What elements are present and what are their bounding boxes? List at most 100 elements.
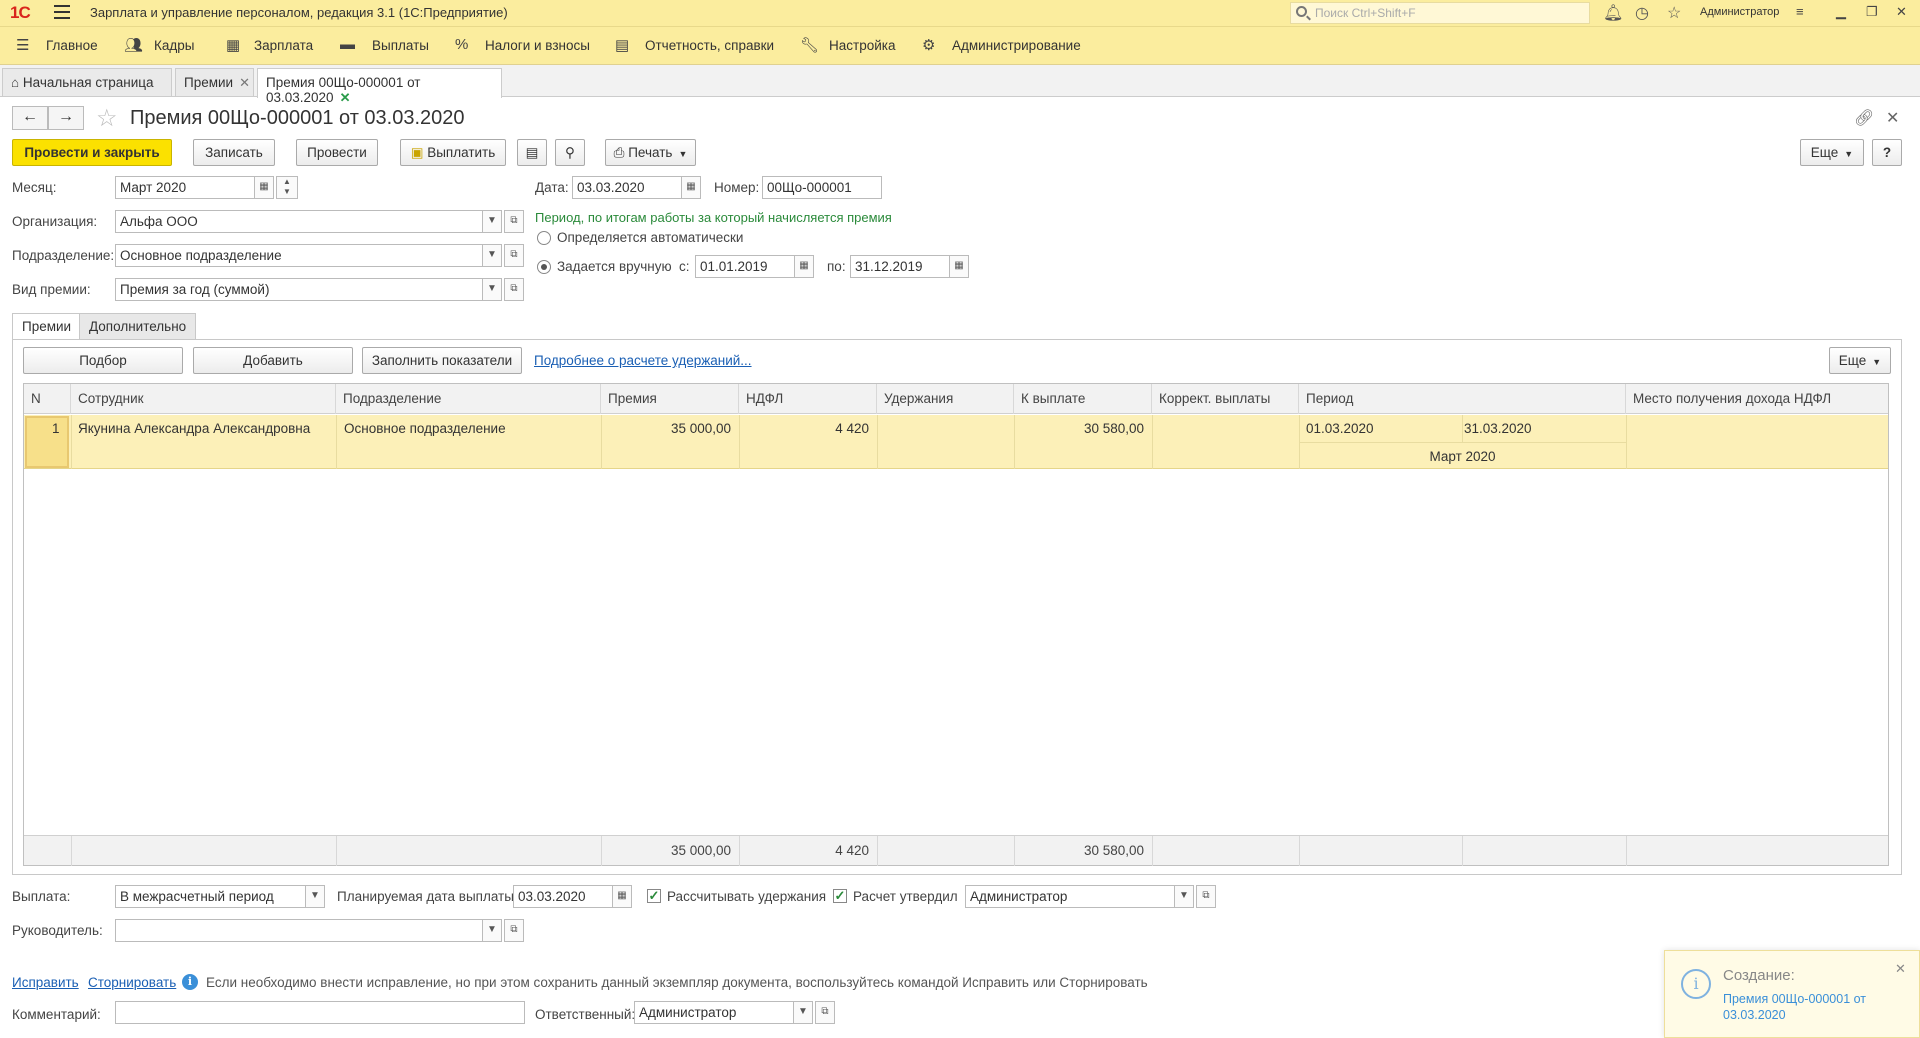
- close-tab-icon[interactable]: ✕: [340, 90, 351, 105]
- current-user[interactable]: Администратор: [1700, 6, 1779, 18]
- report-structure-button[interactable]: ▤: [517, 139, 547, 166]
- tab-bonuses[interactable]: Премии ✕: [175, 68, 254, 96]
- column-header[interactable]: Премия: [601, 384, 739, 414]
- open-item-icon[interactable]: ⧉: [504, 919, 524, 942]
- global-search-input[interactable]: Поиск Ctrl+Shift+F: [1290, 2, 1590, 24]
- bonus-type-field[interactable]: Премия за год (суммой): [115, 278, 485, 301]
- manager-field[interactable]: [115, 919, 485, 942]
- open-item-icon[interactable]: ⧉: [815, 1001, 835, 1024]
- favorite-star-icon[interactable]: ☆: [96, 104, 118, 133]
- settings-menu-icon[interactable]: ≡: [1796, 4, 1804, 19]
- column-header[interactable]: Коррект. выплаты: [1152, 384, 1299, 414]
- calendar-icon[interactable]: ▦: [949, 255, 969, 278]
- close-window-icon[interactable]: ✕: [1896, 4, 1907, 20]
- payment-field[interactable]: В межрасчетный период: [115, 885, 308, 908]
- history-icon[interactable]: ◷: [1635, 3, 1649, 23]
- period-to-field[interactable]: 31.12.2019: [850, 255, 950, 278]
- period-auto-radio[interactable]: [537, 231, 551, 245]
- planned-date-field[interactable]: 03.03.2020: [513, 885, 613, 908]
- section-taxes[interactable]: Налоги и взносы: [485, 38, 590, 53]
- main-menu-icon[interactable]: [54, 5, 70, 19]
- column-header[interactable]: Подразделение: [336, 384, 601, 414]
- chevron-down-icon[interactable]: ▼: [482, 278, 502, 301]
- tab-home[interactable]: ⌂ Начальная страница: [2, 68, 172, 96]
- chevron-down-icon[interactable]: ▼: [793, 1001, 813, 1024]
- period-from-field[interactable]: 01.01.2019: [695, 255, 795, 278]
- organization-field[interactable]: Альфа ООО: [115, 210, 485, 233]
- close-notification-icon[interactable]: ✕: [1895, 961, 1906, 977]
- save-button[interactable]: Записать: [193, 139, 275, 166]
- column-header[interactable]: НДФЛ: [739, 384, 877, 414]
- chevron-down-icon[interactable]: ▼: [482, 919, 502, 942]
- open-item-icon[interactable]: ⧉: [504, 210, 524, 233]
- column-header[interactable]: Место получения дохода НДФЛ: [1626, 384, 1890, 414]
- open-item-icon[interactable]: ⧉: [504, 244, 524, 267]
- section-main[interactable]: Главное: [46, 38, 98, 53]
- close-form-icon[interactable]: ✕: [1886, 108, 1899, 128]
- column-header[interactable]: Период: [1299, 384, 1626, 414]
- calendar-icon[interactable]: ▦: [681, 176, 701, 199]
- column-header[interactable]: К выплате: [1014, 384, 1152, 414]
- notification-link[interactable]: Премия 00Що-000001 от 03.03.2020: [1723, 991, 1893, 1023]
- table-row[interactable]: 1 Якунина Александра Александровна Основ…: [24, 415, 1888, 469]
- print-button[interactable]: ⎙ Печать ▼: [605, 139, 696, 166]
- responsible-field[interactable]: Администратор: [634, 1001, 794, 1024]
- reverse-link[interactable]: Сторнировать: [88, 975, 176, 990]
- column-header[interactable]: Сотрудник: [71, 384, 336, 414]
- department-field[interactable]: Основное подразделение: [115, 244, 485, 267]
- bonuses-table[interactable]: N Сотрудник Подразделение Премия НДФЛ Уд…: [23, 383, 1889, 866]
- bell-icon[interactable]: 🔔︎: [1603, 3, 1623, 23]
- post-button[interactable]: Провести: [296, 139, 378, 166]
- link-icon[interactable]: 🔗︎: [1854, 108, 1874, 128]
- help-button[interactable]: ?: [1872, 139, 1902, 166]
- chevron-down-icon[interactable]: ▼: [305, 885, 325, 908]
- section-reports[interactable]: Отчетность, справки: [645, 38, 774, 53]
- calendar-icon[interactable]: ▦: [254, 176, 274, 199]
- open-item-icon[interactable]: ⧉: [504, 278, 524, 301]
- chevron-down-icon[interactable]: ▼: [482, 244, 502, 267]
- forward-button[interactable]: →: [48, 106, 84, 130]
- minimize-icon[interactable]: ▁: [1836, 4, 1846, 20]
- ndfl-cell: 4 420: [835, 421, 869, 436]
- deductions-details-link[interactable]: Подробнее о расчете удержаний...: [534, 353, 752, 368]
- calc-deductions-checkbox[interactable]: ✓: [647, 889, 661, 903]
- calendar-icon[interactable]: ▦: [794, 255, 814, 278]
- open-item-icon[interactable]: ⧉: [1196, 885, 1216, 908]
- fix-link[interactable]: Исправить: [12, 975, 79, 990]
- tab-current-document[interactable]: Премия 00Що-000001 от 03.03.2020 ✕: [257, 68, 502, 105]
- pay-button[interactable]: ▣ Выплатить: [400, 139, 506, 166]
- column-header[interactable]: N: [24, 384, 71, 414]
- title-bar: 1С Зарплата и управление персоналом, ред…: [0, 0, 1920, 27]
- section-settings[interactable]: Настройка: [829, 38, 895, 53]
- section-salary[interactable]: Зарплата: [254, 38, 313, 53]
- chevron-down-icon[interactable]: ▼: [1174, 885, 1194, 908]
- fill-indicators-button[interactable]: Заполнить показатели: [362, 347, 522, 374]
- column-header[interactable]: Удержания: [877, 384, 1014, 414]
- favorites-star-icon[interactable]: ☆: [1667, 3, 1681, 23]
- comment-field[interactable]: [115, 1001, 525, 1024]
- post-and-close-button[interactable]: Провести и закрыть: [12, 139, 172, 166]
- tab-bonuses-page[interactable]: Премии: [12, 313, 82, 340]
- number-field[interactable]: 00Що-000001: [762, 176, 882, 199]
- back-button[interactable]: ←: [12, 106, 48, 130]
- month-stepper[interactable]: ▲ ▼: [276, 176, 298, 199]
- calendar-icon[interactable]: ▦: [612, 885, 632, 908]
- table-more-button[interactable]: Еще ▼: [1829, 347, 1891, 374]
- attach-files-button[interactable]: ⚲: [555, 139, 585, 166]
- pick-button[interactable]: Подбор: [23, 347, 183, 374]
- month-field[interactable]: Март 2020: [115, 176, 255, 199]
- section-hr[interactable]: Кадры: [154, 38, 194, 53]
- document-icon: ▤: [525, 145, 539, 160]
- section-payments[interactable]: Выплаты: [372, 38, 429, 53]
- calc-approved-checkbox[interactable]: ✓: [833, 889, 847, 903]
- add-row-button[interactable]: Добавить: [193, 347, 353, 374]
- approver-field[interactable]: Администратор: [965, 885, 1175, 908]
- date-field[interactable]: 03.03.2020: [572, 176, 682, 199]
- section-admin[interactable]: Администрирование: [952, 38, 1081, 53]
- close-tab-icon[interactable]: ✕: [239, 75, 250, 90]
- period-manual-radio[interactable]: [537, 260, 551, 274]
- chevron-down-icon[interactable]: ▼: [482, 210, 502, 233]
- restore-icon[interactable]: ❐: [1866, 4, 1878, 20]
- tab-additional[interactable]: Дополнительно: [79, 313, 197, 339]
- more-actions-button[interactable]: Еще ▼: [1800, 139, 1864, 166]
